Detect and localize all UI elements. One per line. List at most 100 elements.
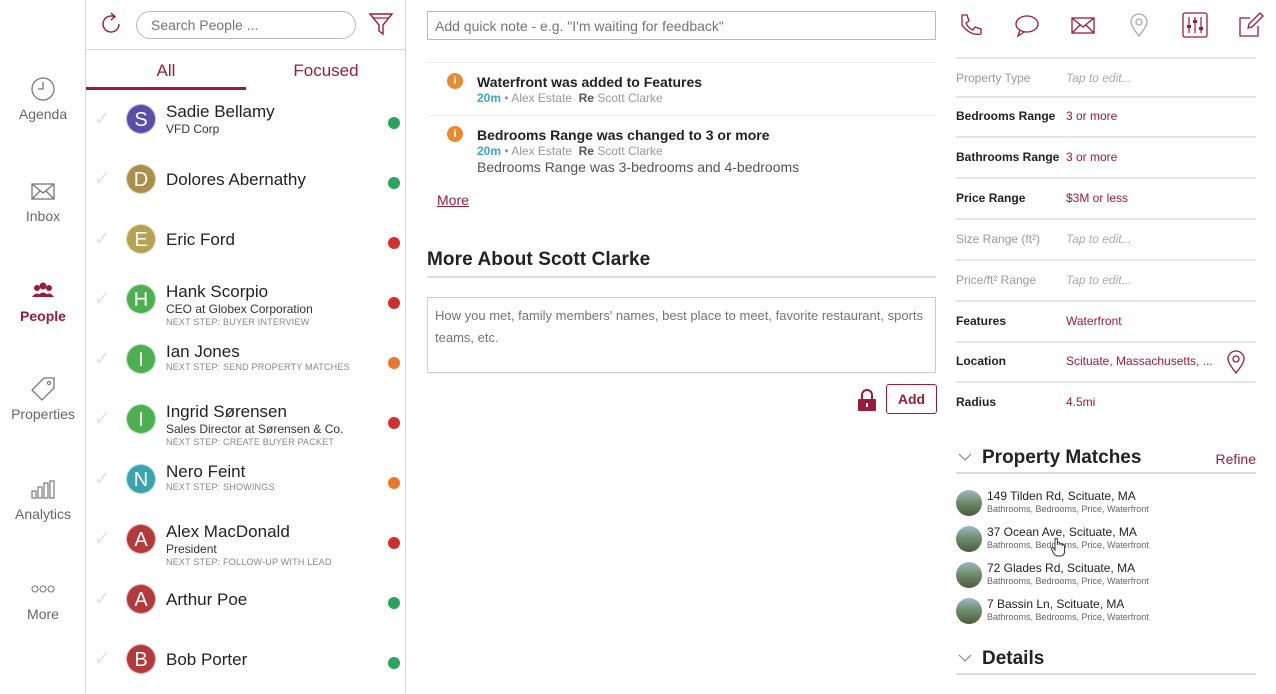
status-dot bbox=[388, 117, 400, 129]
quick-note-input[interactable] bbox=[427, 11, 936, 40]
edit-icon[interactable] bbox=[1238, 12, 1264, 38]
chat-icon[interactable] bbox=[1014, 12, 1040, 38]
location-row[interactable]: Location Scituate, Massachusetts, ... bbox=[956, 342, 1256, 383]
person-row[interactable]: ✓ I Ian Jones Next Step: Send Property Matc… bbox=[86, 330, 406, 390]
property-key: Features bbox=[956, 314, 1007, 328]
next-step: Next Step: Send Property Matches bbox=[166, 362, 350, 372]
people-toolbar bbox=[86, 0, 406, 50]
property-matches-header[interactable]: Property Matches Refine bbox=[956, 444, 1256, 474]
nav-label-inbox: Inbox bbox=[25, 208, 61, 224]
nav-item-analytics[interactable]: Analytics bbox=[0, 476, 86, 522]
avatar: I bbox=[126, 404, 156, 434]
left-nav: Agenda Inbox People Properties Analytics… bbox=[0, 0, 86, 694]
next-step: Next Step: Follow-Up With Lead bbox=[166, 557, 332, 567]
person-subtitle: CEO at Globex Corporation bbox=[166, 302, 313, 316]
price-per-ft-row[interactable]: Price/ft² Range Tap to edit... bbox=[956, 261, 1256, 302]
location-pin-icon[interactable] bbox=[1126, 12, 1152, 38]
activity-re-person[interactable]: Scott Clarke bbox=[597, 91, 662, 105]
property-value[interactable]: 3 or more bbox=[1066, 109, 1117, 123]
property-value[interactable]: Tap to edit... bbox=[1066, 232, 1132, 246]
check-icon[interactable]: ✓ bbox=[94, 466, 116, 490]
person-row[interactable]: ✓ N Nero Feint Next Step: Showings bbox=[86, 450, 406, 510]
person-row[interactable]: ✓ B Bob Porter bbox=[86, 630, 406, 690]
filter-icon[interactable] bbox=[368, 11, 394, 37]
property-thumbnail bbox=[956, 562, 982, 588]
status-dot bbox=[388, 477, 400, 489]
person-row[interactable]: ✓ D Dolores Abernathy bbox=[86, 150, 406, 210]
nav-item-agenda[interactable]: Agenda bbox=[0, 76, 86, 122]
email-icon[interactable] bbox=[1070, 12, 1096, 38]
status-dot bbox=[388, 357, 400, 369]
person-name: Ingrid Sørensen bbox=[166, 402, 287, 421]
chevron-down-icon[interactable] bbox=[958, 452, 972, 462]
property-value[interactable]: 3 or more bbox=[1066, 150, 1117, 164]
sliders-icon[interactable] bbox=[1182, 12, 1208, 38]
property-value[interactable]: Scituate, Massachusetts, ... bbox=[1066, 354, 1213, 368]
divider bbox=[427, 62, 936, 63]
person-row[interactable]: ✓ A Arthur Poe bbox=[86, 570, 406, 630]
check-icon[interactable]: ✓ bbox=[94, 226, 116, 250]
check-icon[interactable]: ✓ bbox=[94, 646, 116, 670]
status-dot bbox=[388, 417, 400, 429]
property-key: Bathrooms Range bbox=[956, 150, 1060, 164]
search-people-input[interactable] bbox=[136, 11, 356, 39]
nav-item-properties[interactable]: Properties bbox=[0, 376, 86, 422]
property-thumbnail bbox=[956, 490, 982, 516]
property-match-item[interactable]: 37 Ocean Ave, Scituate, MA Bathrooms, Be… bbox=[956, 522, 1256, 558]
activity-re-person[interactable]: Scott Clarke bbox=[597, 144, 662, 158]
refresh-icon[interactable] bbox=[98, 11, 124, 37]
match-address: 149 Tilden Rd, Scituate, MA bbox=[987, 489, 1136, 503]
check-icon[interactable]: ✓ bbox=[94, 586, 116, 610]
property-value[interactable]: $3M or less bbox=[1066, 191, 1128, 205]
radius-row[interactable]: Radius 4.5mi bbox=[956, 383, 1256, 424]
people-tabs: All Focused bbox=[86, 50, 406, 90]
tab-all[interactable]: All bbox=[86, 50, 246, 90]
check-icon[interactable]: ✓ bbox=[94, 286, 116, 310]
person-row[interactable]: ✓ H Hank Scorpio CEO at Globex Corporation N… bbox=[86, 270, 406, 330]
features-row[interactable]: Features Waterfront bbox=[956, 302, 1256, 343]
person-row[interactable]: ✓ I Ingrid Sørensen Sales Director at Søren… bbox=[86, 390, 406, 450]
nav-item-more[interactable]: More bbox=[0, 576, 86, 622]
bedrooms-range-row[interactable]: Bedrooms Range 3 or more bbox=[956, 97, 1256, 138]
next-step: Next Step: Create Buyer Packet bbox=[166, 437, 335, 447]
contact-actions bbox=[946, 0, 1276, 50]
bathrooms-range-row[interactable]: Bathrooms Range 3 or more bbox=[956, 138, 1256, 179]
about-title: More About Scott Clarke bbox=[427, 249, 651, 270]
check-icon[interactable]: ✓ bbox=[94, 406, 116, 430]
refine-link[interactable]: Refine bbox=[1216, 451, 1256, 467]
nav-item-people[interactable]: People bbox=[0, 278, 86, 324]
status-dot bbox=[388, 657, 400, 669]
about-notes-input[interactable] bbox=[427, 297, 936, 373]
property-match-item[interactable]: 7 Bassin Ln, Scituate, MA Bathrooms, Bed… bbox=[956, 594, 1256, 630]
check-icon[interactable]: ✓ bbox=[94, 166, 116, 190]
details-header[interactable]: Details bbox=[956, 645, 1256, 675]
more-link[interactable]: More bbox=[437, 192, 469, 208]
size-range-row[interactable]: Size Range (ft²) Tap to edit... bbox=[956, 220, 1256, 261]
property-type-row[interactable]: Property Type Tap to edit... bbox=[956, 57, 1256, 98]
lock-icon[interactable] bbox=[857, 389, 877, 411]
property-value[interactable]: Tap to edit... bbox=[1066, 273, 1132, 287]
check-icon[interactable]: ✓ bbox=[94, 526, 116, 550]
add-button[interactable]: Add bbox=[886, 384, 937, 414]
person-row[interactable]: ✓ S Sadie Bellamy VFD Corp bbox=[86, 90, 406, 150]
chevron-down-icon[interactable] bbox=[958, 653, 972, 663]
person-row[interactable]: ✓ A Alex MacDonald President Next Step: Foll… bbox=[86, 510, 406, 570]
price-range-row[interactable]: Price Range $3M or less bbox=[956, 179, 1256, 220]
property-match-item[interactable]: 72 Glades Rd, Scituate, MA Bathrooms, Be… bbox=[956, 558, 1256, 594]
phone-icon[interactable] bbox=[958, 12, 984, 38]
tab-focused[interactable]: Focused bbox=[246, 50, 406, 90]
location-pin-icon[interactable] bbox=[1226, 350, 1246, 374]
check-icon[interactable]: ✓ bbox=[94, 106, 116, 130]
property-value[interactable]: Tap to edit... bbox=[1066, 71, 1132, 85]
nav-item-inbox[interactable]: Inbox bbox=[0, 178, 86, 224]
divider bbox=[427, 276, 936, 278]
match-tags: Bathrooms, Bedrooms, Price, Waterfront bbox=[987, 576, 1149, 586]
person-row[interactable]: ✓ E Eric Ford bbox=[86, 210, 406, 270]
person-subtitle: VFD Corp bbox=[166, 122, 220, 136]
activity-meta: 20m • Alex Estate Re Scott Clarke bbox=[477, 91, 663, 105]
property-value[interactable]: 4.5mi bbox=[1066, 395, 1095, 409]
property-match-item[interactable]: 149 Tilden Rd, Scituate, MA Bathrooms, B… bbox=[956, 486, 1256, 522]
match-address: 7 Bassin Ln, Scituate, MA bbox=[987, 597, 1125, 611]
check-icon[interactable]: ✓ bbox=[94, 346, 116, 370]
property-value[interactable]: Waterfront bbox=[1066, 314, 1122, 328]
